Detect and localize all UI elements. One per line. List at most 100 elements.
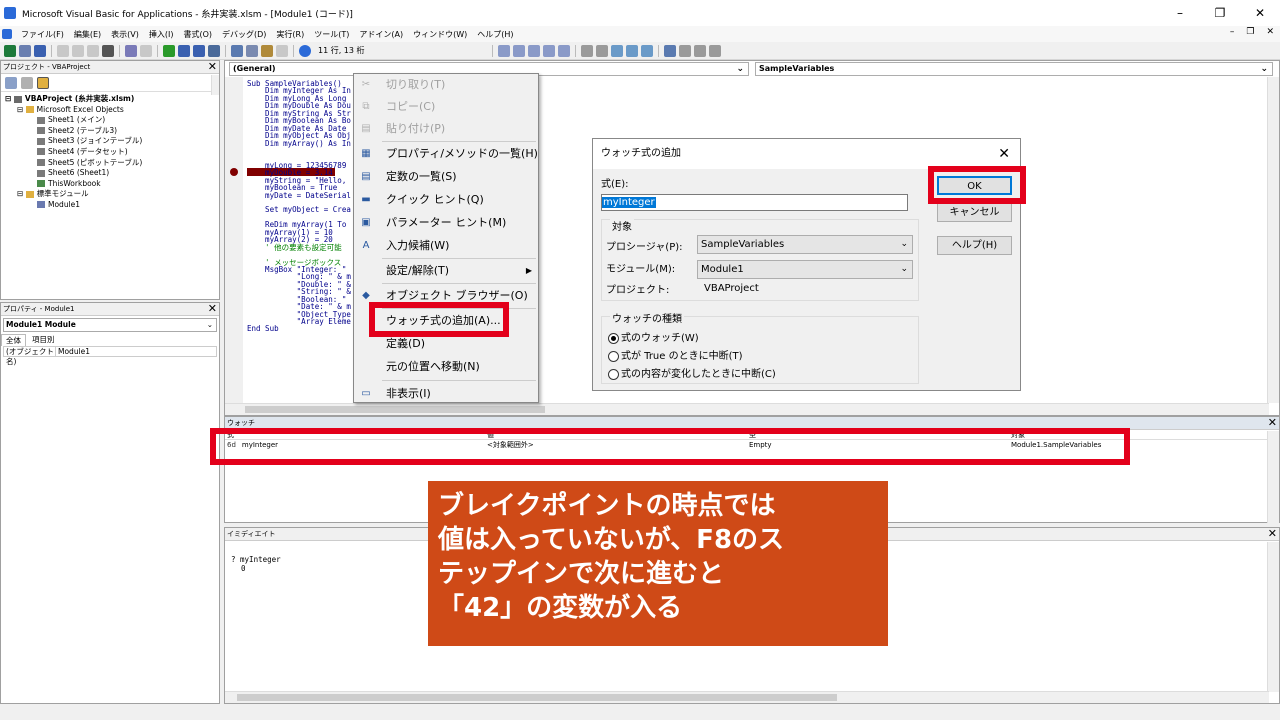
step-out-icon[interactable] <box>708 44 721 57</box>
step-over-icon[interactable] <box>693 44 706 57</box>
immediate-horizontal-scrollbar[interactable] <box>225 691 1269 703</box>
context-menu-item[interactable]: 設定/解除(T) ▶ <box>354 260 538 282</box>
tree-item[interactable]: Sheet1 (メイン) <box>5 115 219 126</box>
find-icon[interactable] <box>102 44 114 57</box>
watch-window-close-icon[interactable]: ✕ <box>1268 416 1277 429</box>
insert-module-icon[interactable] <box>19 44 31 57</box>
code-line[interactable]: Dim myArray() As In <box>247 139 351 147</box>
context-menu-item[interactable]: ▣ パラメーター ヒント(M) <box>354 212 538 234</box>
view-object-icon[interactable] <box>21 77 33 89</box>
code-line[interactable]: Set myObject = Crea <box>247 206 351 214</box>
radio-break-when-true[interactable]: 式が True のときに中断(T) <box>608 347 743 362</box>
immediate-window-close-icon[interactable]: ✕ <box>1268 527 1277 540</box>
context-menu-item[interactable]: A 入力候補(W) <box>354 235 538 257</box>
menu-edit[interactable]: 編集(E) <box>69 29 106 40</box>
toggle-folders-icon[interactable] <box>37 77 49 89</box>
tree-item[interactable]: Sheet3 (ジョインテーブル) <box>5 136 219 147</box>
breakpoint-icon[interactable] <box>230 168 238 176</box>
step-into-icon[interactable] <box>678 44 691 57</box>
tree-item[interactable]: Module1 <box>5 200 219 211</box>
tree-item[interactable]: ThisWorkbook <box>5 179 219 190</box>
cut-icon[interactable] <box>57 44 69 57</box>
break-icon[interactable] <box>178 44 190 57</box>
context-menu-item[interactable]: ⧉ コピー(C) <box>354 96 538 118</box>
context-menu-item[interactable]: ✂ 切り取り(T) <box>354 74 538 96</box>
close-button[interactable]: ✕ <box>1240 0 1280 26</box>
context-menu-item[interactable]: ▦ プロパティ/メソッドの一覧(H) <box>354 143 538 165</box>
menu-run[interactable]: 実行(R) <box>271 29 309 40</box>
menu-window[interactable]: ウィンドウ(W) <box>408 29 472 40</box>
code-line[interactable]: myDate = DateSerial <box>247 191 351 199</box>
minimize-button[interactable]: – <box>1160 0 1200 26</box>
design-mode-icon[interactable] <box>208 44 220 57</box>
tree-item[interactable]: ⊟ VBAProject (糸井実装.xlsm) <box>5 94 219 105</box>
maximize-button[interactable]: ❐ <box>1200 0 1240 26</box>
menu-addins[interactable]: アドイン(A) <box>354 29 408 40</box>
cancel-button[interactable]: キャンセル <box>937 203 1012 222</box>
margin-indicator-bar[interactable] <box>225 77 243 403</box>
mdi-restore-button[interactable]: ❐ <box>1246 27 1254 37</box>
redo-icon[interactable] <box>140 44 152 57</box>
dialog-close-icon[interactable]: ✕ <box>998 139 1010 169</box>
code-line[interactable]: ' 他の要素も設定可能 <box>247 243 351 251</box>
object-browser-icon[interactable] <box>261 44 273 57</box>
scroll-thumb[interactable] <box>245 406 545 413</box>
list-constants-icon[interactable] <box>542 44 555 57</box>
vba-menu-icon[interactable] <box>2 29 12 39</box>
properties-window-icon[interactable] <box>246 44 258 57</box>
menu-debug[interactable]: デバッグ(D) <box>217 29 271 40</box>
code-editor[interactable]: Sub SampleVariables() Dim myInteger As I… <box>247 80 351 333</box>
list-members-icon[interactable] <box>527 44 540 57</box>
tree-item[interactable]: Sheet6 (Sheet1) <box>5 168 219 179</box>
immediate-scrollbar[interactable] <box>1267 542 1279 692</box>
toggle-bookmark-icon[interactable] <box>610 44 623 57</box>
reset-icon[interactable] <box>193 44 205 57</box>
paste-icon[interactable] <box>87 44 99 57</box>
mdi-minimize-button[interactable]: – <box>1230 27 1235 37</box>
tree-item[interactable]: ⊟ Microsoft Excel Objects <box>5 105 219 116</box>
tab-categorized[interactable]: 項目別 <box>26 334 61 346</box>
project-explorer-close-icon[interactable]: ✕ <box>208 60 217 73</box>
scroll-thumb[interactable] <box>237 694 837 701</box>
context-menu-item[interactable]: 元の位置へ移動(N) <box>354 356 538 378</box>
watch-scrollbar[interactable] <box>1267 431 1279 523</box>
context-menu-item[interactable]: ▭ 非表示(I) <box>354 383 538 405</box>
module-select[interactable]: Module1 ⌄ <box>697 260 913 279</box>
undo-icon[interactable] <box>125 44 137 57</box>
copy-icon[interactable] <box>72 44 84 57</box>
next-bookmark-icon[interactable] <box>625 44 638 57</box>
tree-item[interactable]: Sheet4 (データセット) <box>5 147 219 158</box>
context-menu-item[interactable]: ▤ 貼り付け(P) <box>354 118 538 140</box>
menu-tools[interactable]: ツール(T) <box>309 29 354 40</box>
tree-item[interactable]: Sheet5 (ピボットテーブル) <box>5 158 219 169</box>
procedure-select[interactable]: SampleVariables ⌄ <box>697 235 913 254</box>
indent-icon[interactable] <box>497 44 510 57</box>
tab-alphabetic[interactable]: 全体 <box>1 334 26 346</box>
save-icon[interactable] <box>34 44 46 57</box>
context-menu-item[interactable]: ▤ 定数の一覧(S) <box>354 166 538 188</box>
properties-object-combo[interactable]: Module1 Module ⌄ <box>3 318 217 332</box>
radio-watch-expression[interactable]: 式のウォッチ(W) <box>608 329 699 344</box>
menu-file[interactable]: ファイル(F) <box>16 29 69 40</box>
help-button[interactable]: ヘルプ(H) <box>937 236 1012 255</box>
toggle-breakpoint-icon[interactable] <box>663 44 676 57</box>
menu-format[interactable]: 書式(O) <box>178 29 217 40</box>
excel-view-icon[interactable] <box>4 44 16 57</box>
uncomment-block-icon[interactable] <box>595 44 608 57</box>
run-icon[interactable] <box>163 44 175 57</box>
mdi-close-button[interactable]: ✕ <box>1266 27 1274 37</box>
view-code-icon[interactable] <box>5 77 17 89</box>
procedure-combo[interactable]: SampleVariables ⌄ <box>755 62 1273 76</box>
tree-item[interactable]: Sheet2 (テーブル3) <box>5 126 219 137</box>
project-scrollbar[interactable] <box>211 75 219 95</box>
tree-item[interactable]: ⊟ 標準モジュール <box>5 189 219 200</box>
expression-input[interactable]: myInteger <box>601 194 908 211</box>
menu-insert[interactable]: 挿入(I) <box>144 29 179 40</box>
code-vertical-scrollbar[interactable] <box>1267 77 1279 403</box>
help-icon[interactable] <box>299 44 311 57</box>
code-line[interactable]: End Sub <box>247 325 351 333</box>
prev-bookmark-icon[interactable] <box>640 44 653 57</box>
project-explorer-icon[interactable] <box>231 44 243 57</box>
menu-help[interactable]: ヘルプ(H) <box>472 29 518 40</box>
radio-break-when-changed[interactable]: 式の内容が変化したときに中断(C) <box>608 365 776 380</box>
